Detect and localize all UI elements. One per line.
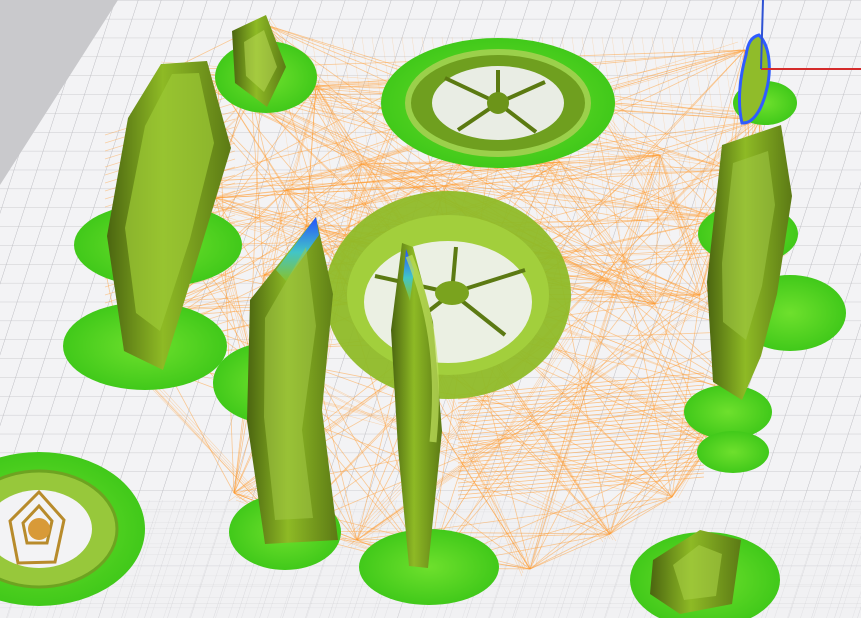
3d-viewport[interactable] <box>0 0 861 618</box>
layer-preview-canvas[interactable] <box>0 0 861 618</box>
center-wheel-part[interactable] <box>325 191 571 399</box>
rear-wheel-part[interactable] <box>381 38 615 168</box>
